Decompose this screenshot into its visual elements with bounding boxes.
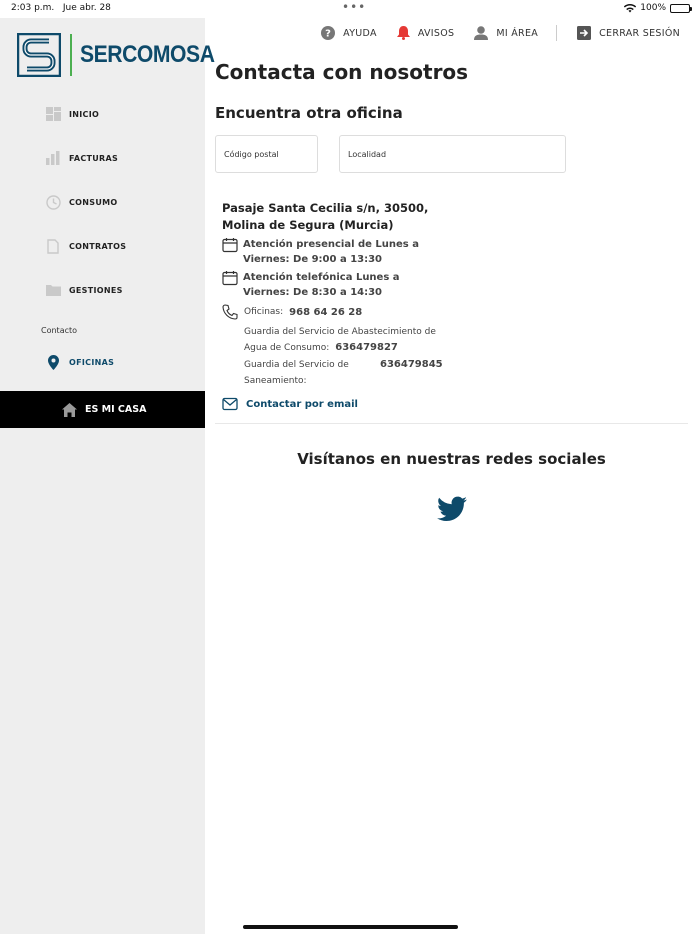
sidebar-item-label: INICIO [69,109,100,119]
contact-email-link[interactable]: Contactar por email [222,397,522,411]
home-icon [62,402,77,417]
es-mi-casa-button[interactable]: ES MI CASA [0,391,205,428]
section-divider [215,423,688,424]
logo-divider [70,34,72,76]
logout-icon [577,26,592,40]
status-bar: 2:03 p.m. Jue abr. 28 ••• 100% [0,0,700,18]
in-person-hours: Atención presencial de Lunes a Viernes: … [243,239,419,265]
office-card: Pasaje Santa Cecilia s/n, 30500, Molina … [222,200,522,411]
battery-percent: 100% [640,3,666,13]
battery-icon [670,3,692,13]
user-icon [474,26,489,40]
calendar-icon [222,271,238,286]
find-office-heading: Encuentra otra oficina [215,104,403,122]
my-area-link[interactable]: MI ÁREA [474,26,538,40]
water-guard: Guardia del Servicio de Abastecimiento d… [244,324,449,356]
help-link[interactable]: ? AYUDA [321,26,377,40]
offices-label: Oficinas: [244,307,284,317]
topnav-separator [556,25,558,41]
wifi-icon [624,3,637,12]
sidebar-item-consumo[interactable]: CONSUMO [45,193,118,211]
office-address: Pasaje Santa Cecilia s/n, 30500, Molina … [222,201,429,232]
status-indicators: 100% [624,3,692,13]
offices-phone-row: Oficinas: 968 64 26 28 [222,304,522,320]
logout-link[interactable]: CERRAR SESIÓN [577,26,680,40]
sidebar-section-contacto: Contacto [41,326,78,335]
mail-icon [222,397,238,411]
sidebar-item-label: GESTIONES [69,285,123,295]
sercomosa-logo-icon [17,33,61,77]
brand-logo[interactable]: SERCOMOSA [17,33,233,77]
es-mi-casa-label: ES MI CASA [85,404,147,415]
contact-email-label: Contactar por email [246,398,358,410]
multitask-dots-icon[interactable]: ••• [342,0,366,14]
social-heading: Visítanos en nuestras redes sociales [297,450,606,468]
brand-name: SERCOMOSA [80,41,215,68]
sidebar-item-contratos[interactable]: CONTRATOS [45,237,126,255]
sidebar-item-label: CONTRATOS [69,241,127,251]
bar-chart-icon [45,150,61,166]
document-icon [45,238,61,254]
sidebar-item-inicio[interactable]: INICIO [45,105,99,123]
location-pin-icon [45,354,61,370]
in-person-hours-row: Atención presencial de Lunes a Viernes: … [222,237,437,267]
my-area-label: MI ÁREA [496,27,539,39]
sanitation-guard-label: Guardia del Servicio de Saneamiento: [244,360,349,386]
logout-label: CERRAR SESIÓN [599,27,680,39]
help-label: AYUDA [343,27,377,39]
sidebar-item-oficinas[interactable]: OFICINAS [45,353,114,371]
top-navigation: ? AYUDA AVISOS MI ÁREA CERRAR SESIÓN [301,24,680,42]
sidebar: SERCOMOSA INICIO FACTURAS CONSUMO CONTRA… [0,18,215,934]
sidebar-item-label: OFICINAS [69,357,115,367]
help-icon: ? [321,26,336,40]
folder-icon [45,282,61,298]
phone-hours: Atención telefónica Lunes a Viernes: De … [243,272,400,298]
alerts-link[interactable]: AVISOS [396,26,455,40]
sanitation-guard-phone[interactable]: 636479845 [380,357,443,373]
page-title: Contacta con nosotros [215,60,469,84]
sidebar-item-label: FACTURAS [69,153,119,163]
home-indicator[interactable] [243,925,458,929]
offices-phone[interactable]: 968 64 26 28 [289,307,362,318]
alerts-label: AVISOS [417,27,455,39]
twitter-icon[interactable] [437,496,467,522]
water-guard-phone[interactable]: 636479827 [335,342,398,353]
phone-hours-row: Atención telefónica Lunes a Viernes: De … [222,270,442,300]
locality-input[interactable] [339,135,566,173]
dashboard-icon [45,106,61,122]
bell-icon [396,26,410,40]
clock-icon [45,194,61,210]
postal-code-input[interactable] [215,135,318,173]
sanitation-guard: Guardia del Servicio de Saneamiento: 636… [244,357,444,389]
calendar-icon [222,238,238,253]
status-time: 2:03 p.m. Jue abr. 28 [11,3,111,13]
sidebar-item-facturas[interactable]: FACTURAS [45,149,118,167]
sidebar-item-label: CONSUMO [69,197,118,207]
sidebar-item-gestiones[interactable]: GESTIONES [45,281,123,299]
svg-text:?: ? [325,29,331,40]
phone-icon [222,304,238,320]
